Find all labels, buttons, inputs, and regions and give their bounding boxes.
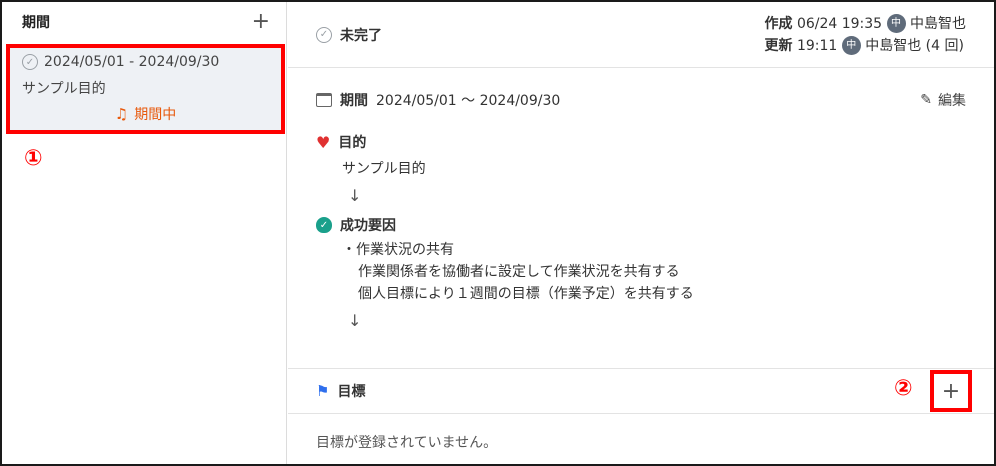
success-heading: ✓ 成功要因 <box>316 215 966 235</box>
avatar: 中 <box>841 36 861 55</box>
success-line: 作業関係者を協働者に設定して作業状況を共有する <box>358 264 680 280</box>
period-purpose: サンプル目的 <box>22 81 106 97</box>
main-topbar: ✓ 未完了 作成 06/24 19:35 中 中島智也 更新 19:11 中 中… <box>288 2 994 68</box>
down-arrow-icon: ↓ <box>348 311 362 330</box>
success-line: ・作業状況の共有 <box>342 242 454 258</box>
period-range: 2024/05/01 - 2024/09/30 <box>44 54 220 70</box>
period-range-detail: 2024/05/01 〜 2024/09/30 <box>376 93 561 109</box>
period-range-row: ✓ 2024/05/01 - 2024/09/30 <box>22 54 269 70</box>
purpose-label: 目的 <box>338 135 367 151</box>
success-line: 個人目標により１週間の目標（作業予定）を共有する <box>358 286 694 302</box>
updated-count: (4 回) <box>925 37 964 54</box>
sidebar-title: 期間 <box>22 15 50 31</box>
bell-icon: ♫ <box>114 105 129 123</box>
status-label: 未完了 <box>340 27 382 44</box>
period-status: 期間中 <box>134 107 177 123</box>
audit-meta: 作成 06/24 19:35 中 中島智也 更新 19:11 中 中島智也 (4… <box>764 13 966 57</box>
avatar: 中 <box>886 14 906 33</box>
period-list-item[interactable]: ✓ 2024/05/01 - 2024/09/30 サンプル目的 ♫ 期間中 <box>6 44 285 134</box>
created-row: 作成 06/24 19:35 中 中島智也 <box>764 13 966 35</box>
goal-label: 目標 <box>337 384 366 400</box>
annotation-marker-2: ② <box>894 376 913 401</box>
add-period-icon[interactable]: + <box>252 11 270 33</box>
success-list: ・作業状況の共有 作業関係者を協働者に設定して作業状況を共有する 個人目標により… <box>316 239 966 305</box>
period-status-row: ♫ 期間中 <box>22 104 269 124</box>
purpose-text: サンプル目的 <box>342 161 426 177</box>
heart-icon: ♥ <box>316 132 331 152</box>
period-row: 期間 2024/05/01 〜 2024/09/30 ✎ 編集 <box>316 90 966 110</box>
down-arrow-icon: ↓ <box>348 186 362 205</box>
main-panel: ✓ 未完了 作成 06/24 19:35 中 中島智也 更新 19:11 中 中… <box>288 2 994 464</box>
app-frame: 期間 + ✓ 2024/05/01 - 2024/09/30 サンプル目的 ♫ … <box>0 0 996 466</box>
check-circle-icon: ✓ <box>316 26 332 43</box>
goal-empty-message: 目標が登録されていません。 <box>316 435 498 451</box>
check-circle-icon: ✓ <box>22 54 38 70</box>
edit-button[interactable]: ✎ 編集 <box>920 90 966 110</box>
period-info: 期間 2024/05/01 〜 2024/09/30 <box>316 90 560 110</box>
sidebar-header: 期間 + <box>2 2 286 42</box>
completion-status[interactable]: ✓ 未完了 <box>316 25 382 45</box>
verified-badge-icon: ✓ <box>316 217 332 233</box>
updated-time: 19:11 <box>796 37 838 54</box>
period-label: 期間 <box>340 93 368 109</box>
goal-header: ⚑ 目標 + <box>288 368 994 414</box>
created-time: 06/24 19:35 <box>796 15 883 32</box>
flag-icon: ⚑ <box>316 382 330 400</box>
goal-heading: ⚑ 目標 <box>316 381 365 401</box>
updated-label: 更新 <box>764 37 793 54</box>
annotation-marker-1: ① <box>24 146 43 171</box>
edit-label: 編集 <box>938 93 966 109</box>
updated-row: 更新 19:11 中 中島智也 (4 回) <box>764 35 966 57</box>
created-label: 作成 <box>764 15 793 32</box>
calendar-icon <box>316 93 332 107</box>
updated-user: 中島智也 <box>865 37 922 54</box>
success-label: 成功要因 <box>340 218 396 234</box>
detail-section: 期間 2024/05/01 〜 2024/09/30 ✎ 編集 ♥ 目的 サンプ… <box>288 68 994 330</box>
add-goal-button[interactable]: + <box>930 370 972 412</box>
pencil-icon: ✎ <box>920 92 932 108</box>
purpose-heading: ♥ 目的 <box>316 132 966 152</box>
sidebar: 期間 + ✓ 2024/05/01 - 2024/09/30 サンプル目的 ♫ … <box>2 2 287 464</box>
created-user: 中島智也 <box>910 15 966 32</box>
